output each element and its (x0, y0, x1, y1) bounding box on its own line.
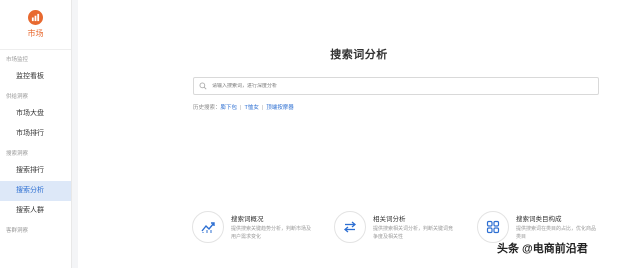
history-link[interactable]: 顶端按摩器 (266, 105, 294, 111)
feature-description: 提供搜索相关词分析，判断关键词竞争度及相关性 (373, 226, 454, 240)
brand[interactable]: 市场 (0, 0, 71, 50)
search-input[interactable] (212, 83, 592, 89)
history-link[interactable]: T恤女 (244, 105, 258, 111)
history-link[interactable]: 膨下包 (221, 105, 238, 111)
nav-group-title: 供给洞察 (6, 94, 29, 100)
sidebar: 市场 市场监控 监控看板 供给洞察 市场大盘 市场排行 搜索洞察 搜索排行 搜索… (0, 0, 72, 268)
feature-related-words[interactable]: 相关词分析 提供搜索相关词分析，判断关键词竞争度及相关性 (334, 211, 464, 247)
category-grid-icon (486, 220, 500, 234)
feature-title: 搜索词概况 (231, 216, 264, 223)
history-separator: | (240, 105, 242, 111)
watermark: 头条 @电商前沿君 (497, 243, 588, 255)
search-box[interactable] (193, 77, 599, 95)
feature-icon-circle (477, 211, 509, 243)
feature-title: 相关词分析 (373, 216, 406, 223)
nav-group-title: 市场监控 (6, 57, 29, 63)
nav-group-title: 客群洞察 (6, 228, 29, 234)
feature-icon-circle (192, 211, 224, 243)
sidebar-item-search-analysis[interactable]: 搜索分析 (0, 181, 71, 201)
brand-label: 市场 (27, 29, 44, 38)
feature-description: 提供搜索关键趋势分析，判断市场及用户需求变化 (231, 226, 312, 240)
feature-description: 提供搜索词在类目的占比，优化商品类目 (516, 226, 597, 240)
page-title: 搜索词分析 (330, 49, 388, 61)
history-separator: | (261, 105, 264, 111)
swap-arrows-icon (343, 221, 357, 233)
search-history: 历史搜索：膨下包 | T恤女 | 顶端按摩器 (193, 103, 294, 111)
sidebar-item-market-ranking[interactable]: 市场排行 (0, 124, 71, 144)
sidebar-item-market-overview[interactable]: 市场大盘 (0, 104, 71, 124)
market-icon (28, 10, 43, 25)
feature-title: 搜索词类目构成 (516, 216, 562, 223)
nav-group-title: 搜索洞察 (6, 151, 29, 157)
trend-chart-icon (201, 222, 215, 233)
search-icon (199, 82, 207, 90)
sidebar-item-monitor-board[interactable]: 监控看板 (0, 67, 71, 87)
history-label: 历史搜索： (193, 105, 221, 111)
sidebar-item-search-ranking[interactable]: 搜索排行 (0, 161, 71, 181)
sidebar-item-search-audience[interactable]: 搜索人群 (0, 201, 71, 221)
feature-search-overview[interactable]: 搜索词概况 提供搜索关键趋势分析，判断市场及用户需求变化 (192, 211, 322, 247)
main-panel: 搜索词分析 历史搜索：膨下包|T恤女|顶端按摩器 搜索词概况 提供搜索关键趋势分… (78, 0, 640, 268)
feature-icon-circle (334, 211, 366, 243)
